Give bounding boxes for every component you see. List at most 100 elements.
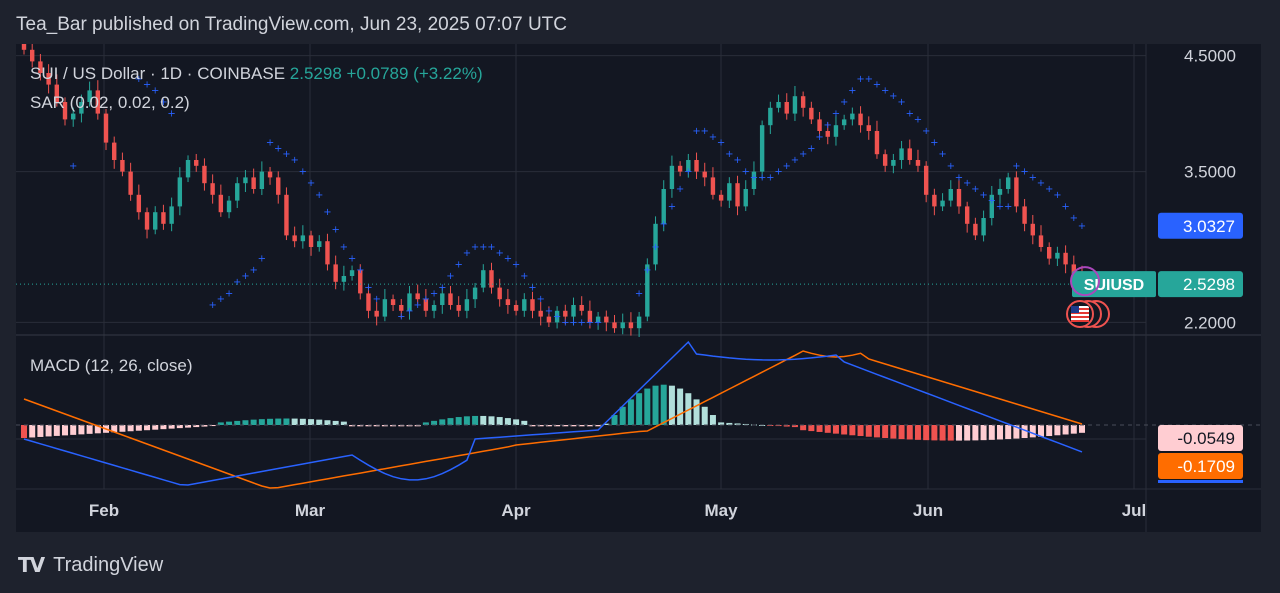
macd-histogram-bar <box>250 419 257 425</box>
legend-macd: MACD (12, 26, close) <box>30 356 193 375</box>
candle-body <box>628 322 634 329</box>
macd-histogram-bar <box>480 415 487 425</box>
candle-body <box>800 96 806 108</box>
candle-body <box>636 316 642 329</box>
legend-sar: SAR (0.02, 0.02, 0.2) <box>30 93 190 112</box>
sar-dot: + <box>315 190 323 201</box>
macd-histogram-bar <box>849 425 856 436</box>
candle-body <box>677 165 683 172</box>
macd-histogram-bar <box>496 417 503 425</box>
candle-body <box>300 235 306 242</box>
sar-dot: + <box>545 306 553 317</box>
macd-histogram-bar <box>1062 425 1069 435</box>
candle-body <box>735 183 740 207</box>
macd-histogram-bar <box>1005 425 1012 440</box>
sar-dot: + <box>249 265 257 276</box>
sar-dot: + <box>1061 201 1069 212</box>
sar-dot: + <box>446 271 454 282</box>
macd-histogram-bar <box>1079 425 1085 433</box>
sar-dot: + <box>454 259 462 270</box>
macd-histogram-bar <box>931 425 938 441</box>
candle-body <box>981 218 986 236</box>
sar-dot: + <box>766 172 774 183</box>
sar-dot: + <box>668 201 676 212</box>
sar-dot: + <box>914 114 922 125</box>
macd-histogram-bar <box>160 425 167 430</box>
macd-histogram-bar <box>127 425 134 432</box>
macd-histogram-bar <box>644 388 651 425</box>
candle-body <box>292 235 297 242</box>
candle-body <box>866 125 871 131</box>
sar-dot: + <box>569 317 577 328</box>
macd-histogram-bar <box>431 420 438 425</box>
sar-dot: + <box>856 74 864 85</box>
sar-dot: + <box>783 161 791 172</box>
sar-dot: + <box>356 265 364 276</box>
candle-body <box>153 212 158 230</box>
macd-histogram-bar <box>472 415 479 425</box>
candle-body <box>702 171 707 178</box>
macd-histogram-bar <box>906 425 913 440</box>
candle-body <box>1022 206 1027 224</box>
candle-body <box>103 113 109 143</box>
sar-dot: + <box>725 149 733 160</box>
macd-histogram-bar <box>463 416 470 425</box>
sar-dot: + <box>1053 190 1061 201</box>
sar-dot: + <box>684 167 692 178</box>
sar-dot: + <box>331 225 339 236</box>
candle-body <box>366 293 371 311</box>
us-flag-stripe <box>1071 320 1089 322</box>
sar-dot: + <box>413 300 421 311</box>
macd-histogram-bar <box>964 425 971 441</box>
sar-dot: + <box>651 242 659 253</box>
macd-histogram-bar <box>234 420 241 425</box>
macd-histogram-bar <box>86 425 93 434</box>
price-tick-label: 2.2000 <box>1184 313 1236 332</box>
sar-dot: + <box>742 167 750 178</box>
candle-body <box>161 212 166 224</box>
macd-histogram-bar <box>62 425 69 436</box>
sar-dot: + <box>1020 167 1028 178</box>
publish-line: Tea_Bar published on TradingView.com, Ju… <box>16 14 567 35</box>
sar-dot: + <box>422 294 430 305</box>
macd-histogram-bar <box>332 420 339 425</box>
candle-body <box>1038 235 1044 247</box>
macd-histogram-bar <box>291 418 298 425</box>
macd-histogram-bar <box>841 425 848 435</box>
macd-histogram-bar <box>882 425 889 439</box>
sar-dot: + <box>225 288 233 299</box>
candles <box>21 44 1085 338</box>
macd-histogram-bar <box>709 415 716 425</box>
candle-body <box>973 223 978 236</box>
candle-body <box>792 96 798 114</box>
candle-body <box>267 171 273 178</box>
macd-histogram-bar <box>816 425 823 432</box>
candle-body <box>579 305 584 311</box>
brand-footer[interactable]: TV TradingView <box>18 552 163 578</box>
legend-symbol-line: SUI / US Dollar · 1D · COINBASE 2.5298 +… <box>30 64 483 83</box>
sar-dot: + <box>520 271 528 282</box>
time-tick-label: Mar <box>295 501 326 520</box>
macd-histogram-bar <box>898 425 905 440</box>
sar-dot: + <box>586 317 594 328</box>
sar-dot: + <box>996 201 1004 212</box>
candle-body <box>30 49 35 62</box>
chart-canvas[interactable]: +++++++++++++++++++++++++++++++++++++ + ++… <box>16 44 1261 532</box>
macd-histogram-bar <box>955 425 962 441</box>
macd-histogram-bar <box>316 419 323 425</box>
sar-dot: + <box>979 190 987 201</box>
candle-body <box>743 189 748 207</box>
chart-frame[interactable]: + + + + + + + + + + + + + + + + + + + + + + + + + + + + + + + + + + + + + + + +… <box>16 44 1261 532</box>
macd-histogram-bar <box>832 425 839 434</box>
macd-histogram-bar <box>824 425 831 433</box>
legend-price: 2.5298 <box>290 64 347 83</box>
candle-body <box>620 322 625 329</box>
sar-dot: + <box>733 155 741 166</box>
candle-body <box>940 200 945 207</box>
candle-body <box>464 299 470 311</box>
macd-histogram-bar <box>513 419 520 425</box>
sar-price-label: 3.0327 <box>1183 217 1235 236</box>
sar-dot: + <box>1004 201 1012 212</box>
candle-body <box>612 322 617 329</box>
sar-dot: + <box>258 254 266 265</box>
